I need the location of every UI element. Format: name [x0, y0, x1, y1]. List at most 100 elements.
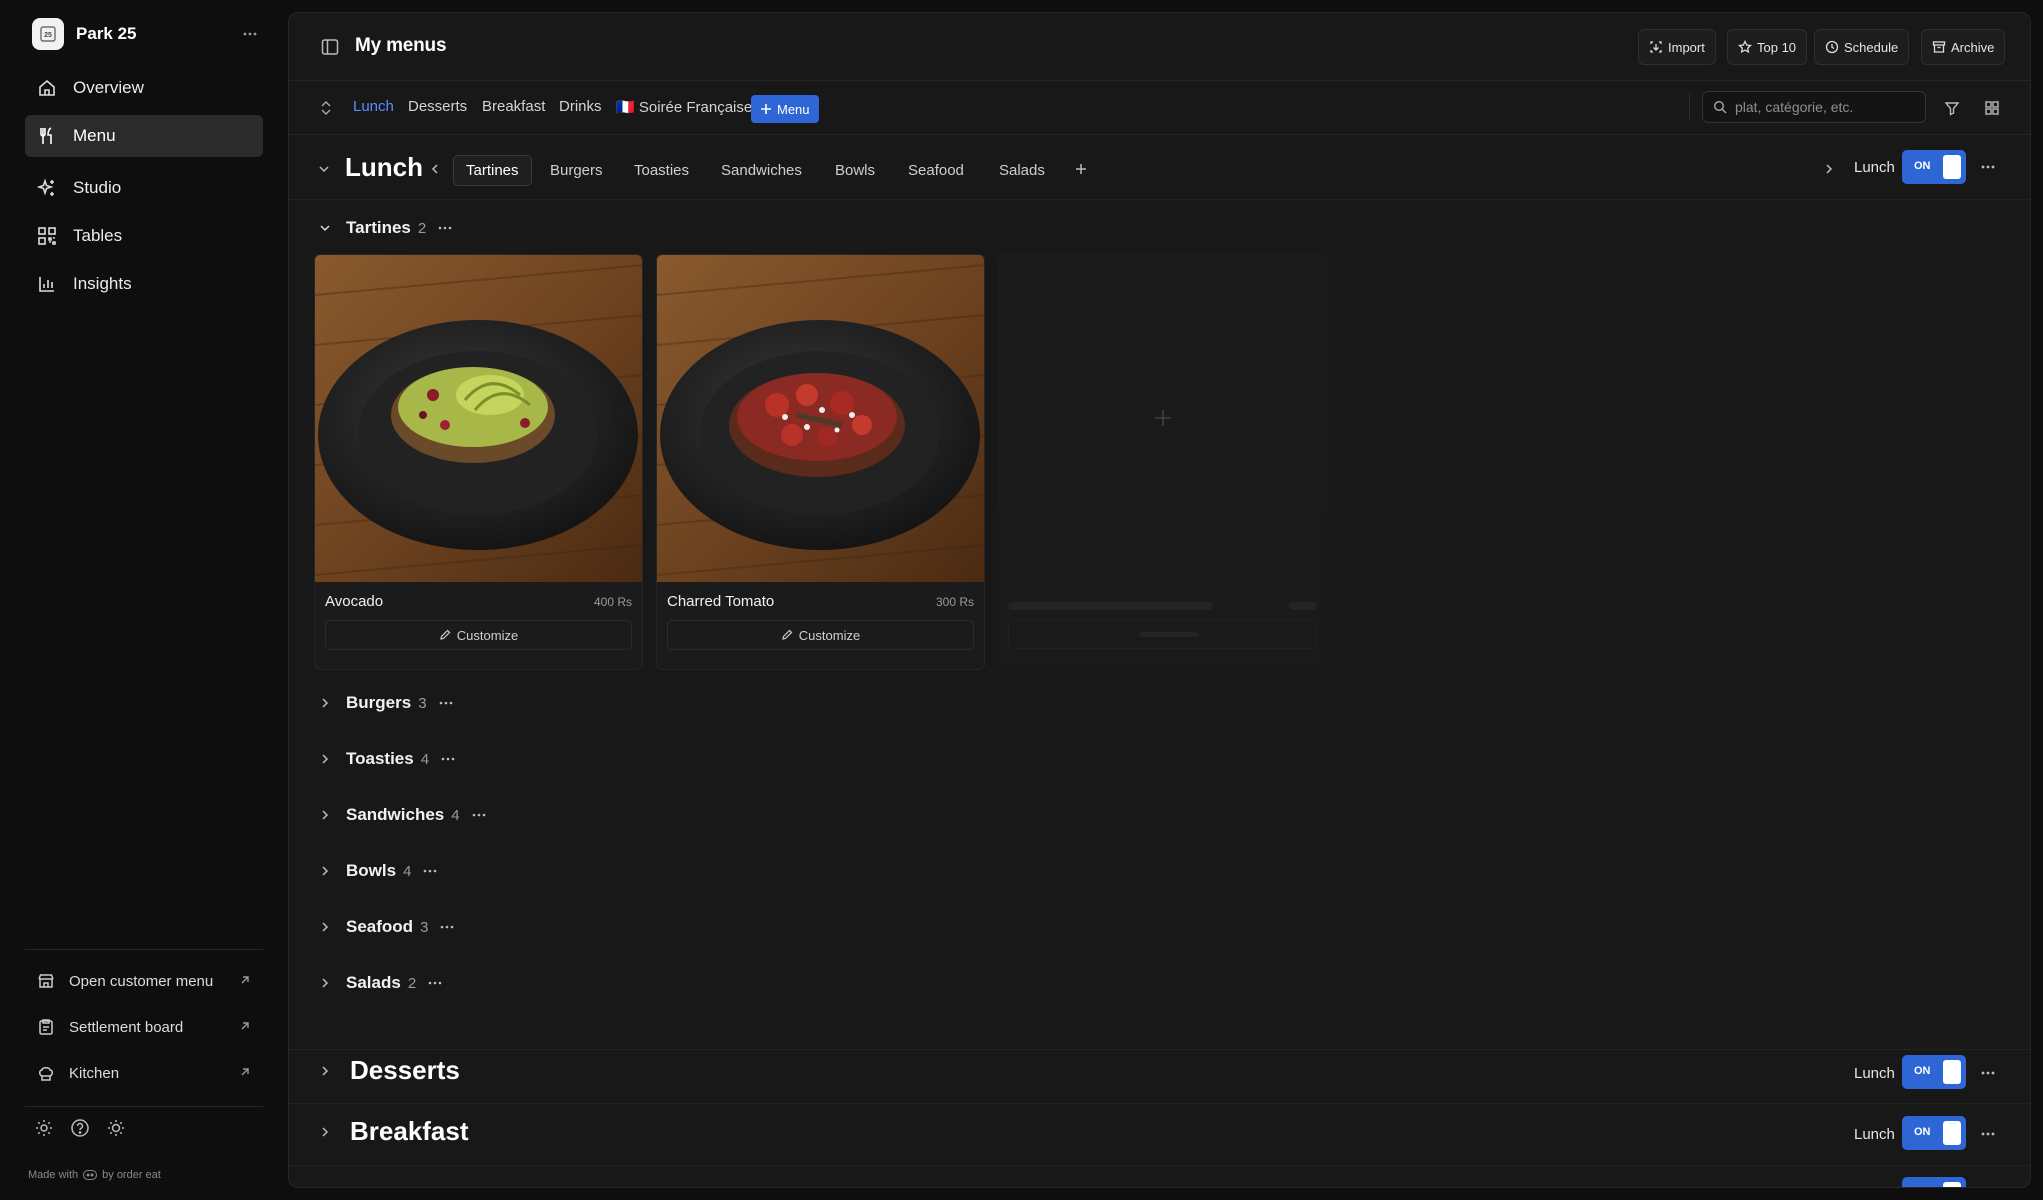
- filter-icon[interactable]: [1944, 100, 1960, 116]
- menu-tab-lunch[interactable]: Lunch: [353, 98, 394, 115]
- menu-tab-breakfast[interactable]: Breakfast: [482, 98, 545, 115]
- add-item-card[interactable]: [998, 254, 1327, 670]
- nav-studio[interactable]: Studio: [25, 167, 263, 209]
- category-header-toasties[interactable]: Toasties 4: [314, 749, 455, 769]
- category-header-bowls[interactable]: Bowls 4: [314, 861, 437, 881]
- external-link-icon: [239, 1020, 251, 1032]
- category-name: Tartines: [346, 218, 411, 237]
- restaurant-switcher[interactable]: 25 Park 25: [32, 18, 137, 50]
- item-name: Avocado: [325, 593, 384, 610]
- chevron-right-icon: [314, 976, 336, 990]
- nav-label: Studio: [73, 178, 122, 197]
- help-icon[interactable]: [70, 1118, 90, 1138]
- sidebar-divider: [25, 1106, 263, 1107]
- archive-icon: [1932, 40, 1946, 54]
- partial-toggle[interactable]: [1902, 1177, 1966, 1187]
- section-header-desserts[interactable]: Desserts: [314, 1055, 460, 1086]
- category-tab-sandwiches[interactable]: Sandwiches: [721, 162, 802, 179]
- nav-label: Tables: [73, 226, 123, 245]
- collapse-chevron-icon[interactable]: [317, 162, 331, 176]
- customize-button[interactable]: Customize: [667, 620, 974, 650]
- breakfast-toggle[interactable]: ON: [1902, 1116, 1966, 1150]
- category-tab-salads[interactable]: Salads: [999, 162, 1045, 179]
- category-name: Burgers: [346, 693, 412, 712]
- restaurant-more-icon[interactable]: [238, 22, 262, 46]
- lunch-section-header: Lunch Tartines Burgers Toasties Sandwich…: [289, 136, 2030, 200]
- pencil-icon: [439, 629, 451, 641]
- category-count: 4: [403, 862, 412, 880]
- section-toggle[interactable]: ON: [1902, 150, 1966, 184]
- settings-icon[interactable]: [34, 1118, 54, 1138]
- item-name: Charred Tomato: [667, 593, 775, 610]
- import-button[interactable]: Import: [1638, 29, 1716, 65]
- nav-overview[interactable]: Overview: [25, 67, 263, 109]
- more-icon[interactable]: [1981, 1132, 1995, 1136]
- schedule-button[interactable]: Schedule: [1814, 29, 1910, 65]
- more-icon[interactable]: [441, 757, 455, 761]
- customize-label: Customize: [456, 627, 519, 643]
- add-menu-label: Menu: [777, 101, 810, 117]
- more-icon[interactable]: [1981, 1071, 1995, 1075]
- category-header-salads[interactable]: Salads 2: [314, 973, 442, 993]
- more-icon[interactable]: [428, 981, 442, 985]
- sidebar-toggle-icon[interactable]: [320, 37, 340, 57]
- more-icon[interactable]: [1981, 165, 1995, 169]
- category-tab-toasties[interactable]: Toasties: [634, 162, 689, 179]
- sidebar-footer-icons: [34, 1118, 126, 1138]
- top10-button[interactable]: Top 10: [1727, 29, 1808, 65]
- import-label: Import: [1668, 39, 1705, 55]
- reorder-menus-icon[interactable]: [319, 99, 333, 117]
- search-box[interactable]: [1702, 91, 1926, 123]
- scroll-left-icon[interactable]: [428, 162, 442, 176]
- menu-tab-drinks[interactable]: Drinks: [559, 98, 602, 115]
- customize-button[interactable]: Customize: [325, 620, 632, 650]
- more-icon[interactable]: [439, 701, 453, 705]
- item-card-avocado[interactable]: Avocado 400 Rs Customize: [314, 254, 643, 670]
- category-name: Salads: [346, 973, 401, 992]
- category-tab-burgers[interactable]: Burgers: [550, 162, 603, 179]
- category-tab-seafood[interactable]: Seafood: [908, 162, 964, 179]
- grid-view-icon[interactable]: [1984, 100, 2000, 116]
- sparkle-icon: [37, 178, 57, 198]
- nav-tables[interactable]: Tables: [25, 215, 263, 257]
- chevron-right-icon: [314, 1125, 336, 1139]
- add-category-icon[interactable]: [1074, 162, 1088, 176]
- link-kitchen[interactable]: Kitchen: [25, 1053, 263, 1093]
- theme-icon[interactable]: [106, 1118, 126, 1138]
- menu-tab-desserts[interactable]: Desserts: [408, 98, 467, 115]
- category-header-seafood[interactable]: Seafood 3: [314, 917, 454, 937]
- section-header-breakfast[interactable]: Breakfast: [314, 1116, 469, 1147]
- order-eat-logo-icon: [83, 1170, 98, 1180]
- chart-icon: [37, 274, 57, 294]
- customize-label: Customize: [798, 627, 861, 643]
- category-count: 4: [451, 806, 460, 824]
- category-header-sandwiches[interactable]: Sandwiches 4: [314, 805, 486, 825]
- main-panel: My menus Import Top 10 Schedule Archive …: [288, 12, 2031, 1188]
- link-settlement-board[interactable]: Settlement board: [25, 1007, 263, 1047]
- more-icon[interactable]: [472, 813, 486, 817]
- menu-tab-soiree-francaise[interactable]: 🇫🇷 Soirée Française: [616, 98, 752, 116]
- nav-insights[interactable]: Insights: [25, 263, 263, 305]
- item-card-charred-tomato[interactable]: Charred Tomato 300 Rs Customize: [656, 254, 985, 670]
- nav-menu[interactable]: Menu: [25, 115, 263, 157]
- archive-button[interactable]: Archive: [1921, 29, 2006, 65]
- scroll-right-icon[interactable]: [1822, 162, 1836, 176]
- category-header-tartines[interactable]: Tartines 2: [314, 218, 452, 238]
- clock-icon: [1825, 40, 1839, 54]
- item-price: 300 Rs: [935, 595, 974, 609]
- category-tab-tartines[interactable]: Tartines: [453, 155, 532, 186]
- category-tab-bowls[interactable]: Bowls: [835, 162, 875, 179]
- search-input[interactable]: [1735, 99, 1915, 115]
- more-icon[interactable]: [438, 226, 452, 230]
- search-icon: [1713, 100, 1727, 114]
- menu-tabs-bar: Lunch Desserts Breakfast Drinks 🇫🇷 Soiré…: [289, 81, 2030, 135]
- category-name: Bowls: [346, 861, 397, 880]
- link-open-customer-menu[interactable]: Open customer menu: [25, 961, 263, 1001]
- more-icon[interactable]: [440, 925, 454, 929]
- more-icon[interactable]: [423, 869, 437, 873]
- desserts-toggle[interactable]: ON: [1902, 1055, 1966, 1089]
- add-menu-button[interactable]: Menu: [751, 95, 819, 123]
- category-header-burgers[interactable]: Burgers 3: [314, 693, 453, 713]
- category-count: 3: [420, 918, 429, 936]
- restaurant-logo: 25: [32, 18, 64, 50]
